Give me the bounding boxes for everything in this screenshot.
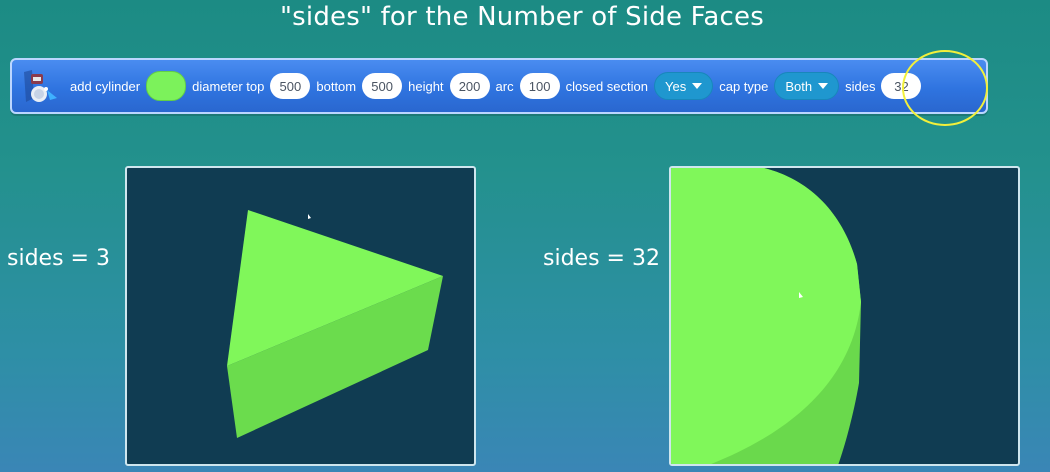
arc-input[interactable]: 100 (519, 73, 560, 99)
cap-type-label: cap type (719, 78, 769, 94)
color-picker[interactable] (146, 71, 187, 101)
chevron-down-icon (692, 83, 703, 89)
closed-section-value: Yes (665, 78, 687, 94)
height-label: height (408, 78, 444, 94)
cap-type-dropdown[interactable]: Both (774, 72, 840, 100)
arc-label: arc (495, 78, 514, 94)
diameter-top-input[interactable]: 500 (270, 73, 311, 99)
sides-label: sides (845, 78, 876, 94)
add-cylinder-label: add cylinder (70, 78, 141, 94)
triangular-prism-shape (227, 210, 443, 438)
height-input[interactable]: 200 (449, 73, 490, 99)
sides-32-label: sides = 32 (543, 246, 660, 271)
cap-type-value: Both (785, 78, 813, 94)
diameter-top-label: diameter top (192, 78, 265, 94)
bottom-label: bottom (316, 78, 357, 94)
closed-section-label: closed section (565, 78, 648, 94)
bottom-input[interactable]: 500 (362, 73, 403, 99)
closed-section-dropdown[interactable]: Yes (654, 72, 714, 100)
sides-3-label: sides = 3 (7, 246, 110, 271)
page-title: "sides" for the Number of Side Faces (279, 2, 764, 32)
sides-highlight-ring (902, 50, 988, 126)
viewport-sides-32[interactable] (669, 166, 1020, 466)
cylinder-shape (671, 168, 861, 464)
cursor-icon (308, 214, 311, 219)
chevron-down-icon (818, 83, 829, 89)
viewport-sides-3[interactable] (125, 166, 476, 466)
add-cylinder-block[interactable]: add cylinder diameter top 500 bottom 500… (10, 58, 988, 114)
